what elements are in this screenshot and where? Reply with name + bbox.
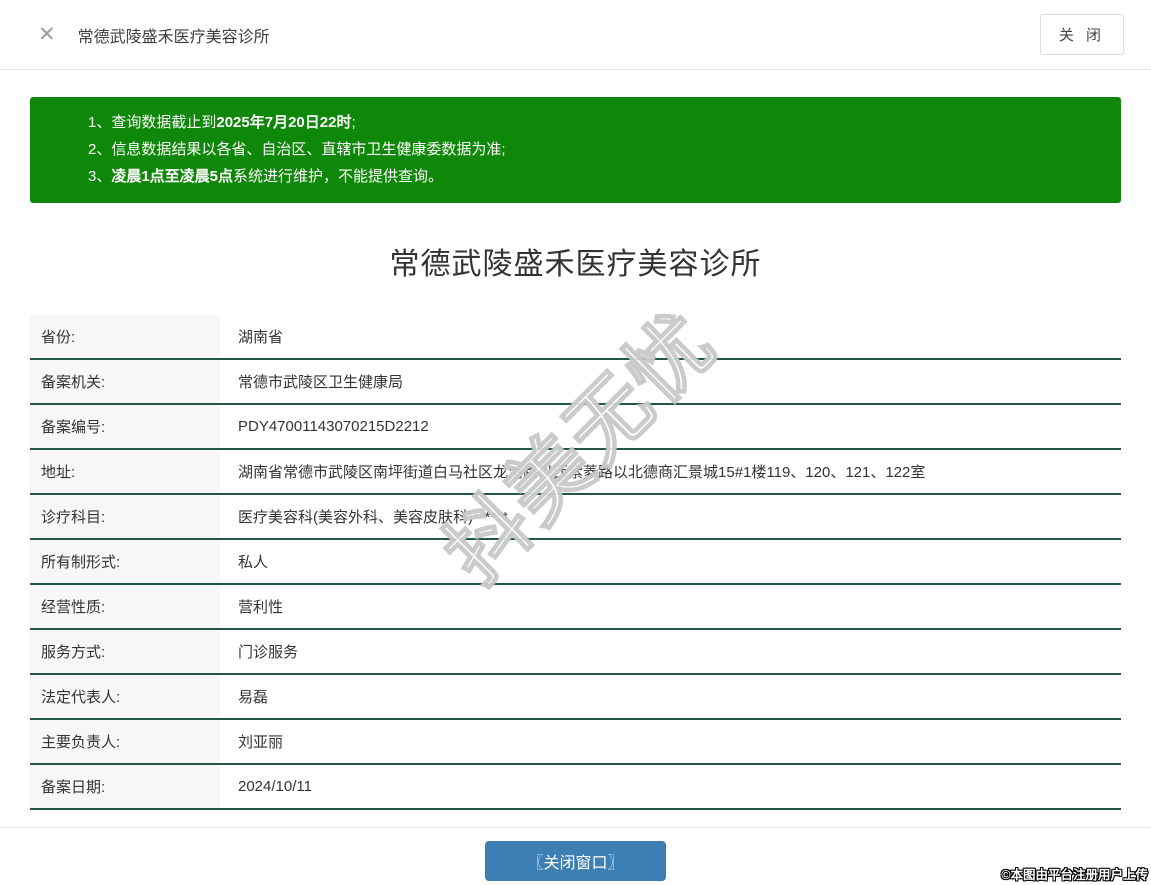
notice-line-1-post: ; — [351, 114, 355, 131]
table-row-address: 地址: 湖南省常德市武陵区南坪街道白马社区龙港路以西紫菱路以北德商汇景城15#1… — [30, 450, 1121, 495]
table-row-filing-date: 备案日期: 2024/10/11 — [30, 765, 1121, 810]
header-bar: ✕ 常德武陵盛禾医疗美容诊所 关 闭 — [0, 0, 1151, 70]
row-label: 省份: — [30, 315, 220, 358]
row-label: 服务方式: — [30, 630, 220, 673]
page-title: 常德武陵盛禾医疗美容诊所 — [30, 239, 1121, 283]
table-row-person-in-charge: 主要负责人: 刘亚丽 — [30, 720, 1121, 765]
notice-line-3-num: 3、 — [88, 168, 111, 185]
notice-line-1-bold: 2025年7月20日22时 — [216, 114, 351, 131]
row-value: PDY47001143070215D2212 — [220, 405, 1121, 448]
row-label: 所有制形式: — [30, 540, 220, 583]
record-table: 省份: 湖南省 备案机关: 常德市武陵区卫生健康局 备案编号: PDY47001… — [30, 315, 1121, 810]
table-row-province: 省份: 湖南省 — [30, 315, 1121, 360]
row-label: 地址: — [30, 450, 220, 493]
footer-bar: 〖关闭窗口〗 — [0, 827, 1151, 885]
row-value: 湖南省 — [220, 315, 1121, 358]
row-label: 备案编号: — [30, 405, 220, 448]
notice-line-1: 1、查询数据截止到2025年7月20日22时; — [88, 109, 1101, 136]
window-title: 常德武陵盛禾医疗美容诊所 — [78, 23, 1040, 47]
row-value: 湖南省常德市武陵区南坪街道白马社区龙港路以西紫菱路以北德商汇景城15#1楼119… — [220, 450, 1121, 493]
main-content: 1、查询数据截止到2025年7月20日22时; 2、信息数据结果以各省、自治区、… — [0, 97, 1151, 810]
table-row-legal-representative: 法定代表人: 易磊 — [30, 675, 1121, 720]
row-value: 营利性 — [220, 585, 1121, 628]
row-label: 备案机关: — [30, 360, 220, 403]
notice-line-3-bold: 凌晨1点至凌晨5点 — [111, 168, 233, 185]
close-x-icon[interactable]: ✕ — [38, 24, 56, 45]
notice-line-1-num: 1、 — [88, 114, 111, 131]
table-row-medical-subjects: 诊疗科目: 医疗美容科(美容外科、美容皮肤科)****** — [30, 495, 1121, 540]
close-button[interactable]: 关 闭 — [1040, 14, 1124, 55]
notice-line-2: 2、信息数据结果以各省、自治区、直辖市卫生健康委数据为准; — [88, 136, 1101, 163]
table-row-ownership: 所有制形式: 私人 — [30, 540, 1121, 585]
row-label: 诊疗科目: — [30, 495, 220, 538]
notice-line-1-text: 查询数据截止到 — [111, 114, 216, 131]
notice-line-3: 3、凌晨1点至凌晨5点系统进行维护，不能提供查询。 — [88, 163, 1101, 190]
table-row-business-nature: 经营性质: 营利性 — [30, 585, 1121, 630]
notice-box: 1、查询数据截止到2025年7月20日22时; 2、信息数据结果以各省、自治区、… — [30, 97, 1121, 203]
row-label: 经营性质: — [30, 585, 220, 628]
row-value: 常德市武陵区卫生健康局 — [220, 360, 1121, 403]
row-label: 备案日期: — [30, 765, 220, 808]
notice-line-3-post: 系统进行维护，不能提供查询。 — [233, 168, 443, 185]
table-row-filing-authority: 备案机关: 常德市武陵区卫生健康局 — [30, 360, 1121, 405]
row-value: 易磊 — [220, 675, 1121, 718]
row-value: 门诊服务 — [220, 630, 1121, 673]
notice-line-2-text: 信息数据结果以各省、自治区、直辖市卫生健康委数据为准; — [111, 141, 505, 158]
table-row-service-mode: 服务方式: 门诊服务 — [30, 630, 1121, 675]
row-value: 医疗美容科(美容外科、美容皮肤科)****** — [220, 495, 1121, 538]
notice-line-2-num: 2、 — [88, 141, 111, 158]
row-label: 主要负责人: — [30, 720, 220, 763]
row-value: 刘亚丽 — [220, 720, 1121, 763]
row-value: 私人 — [220, 540, 1121, 583]
row-label: 法定代表人: — [30, 675, 220, 718]
row-value: 2024/10/11 — [220, 765, 1121, 808]
table-row-filing-number: 备案编号: PDY47001143070215D2212 — [30, 405, 1121, 450]
close-window-button[interactable]: 〖关闭窗口〗 — [485, 841, 665, 881]
